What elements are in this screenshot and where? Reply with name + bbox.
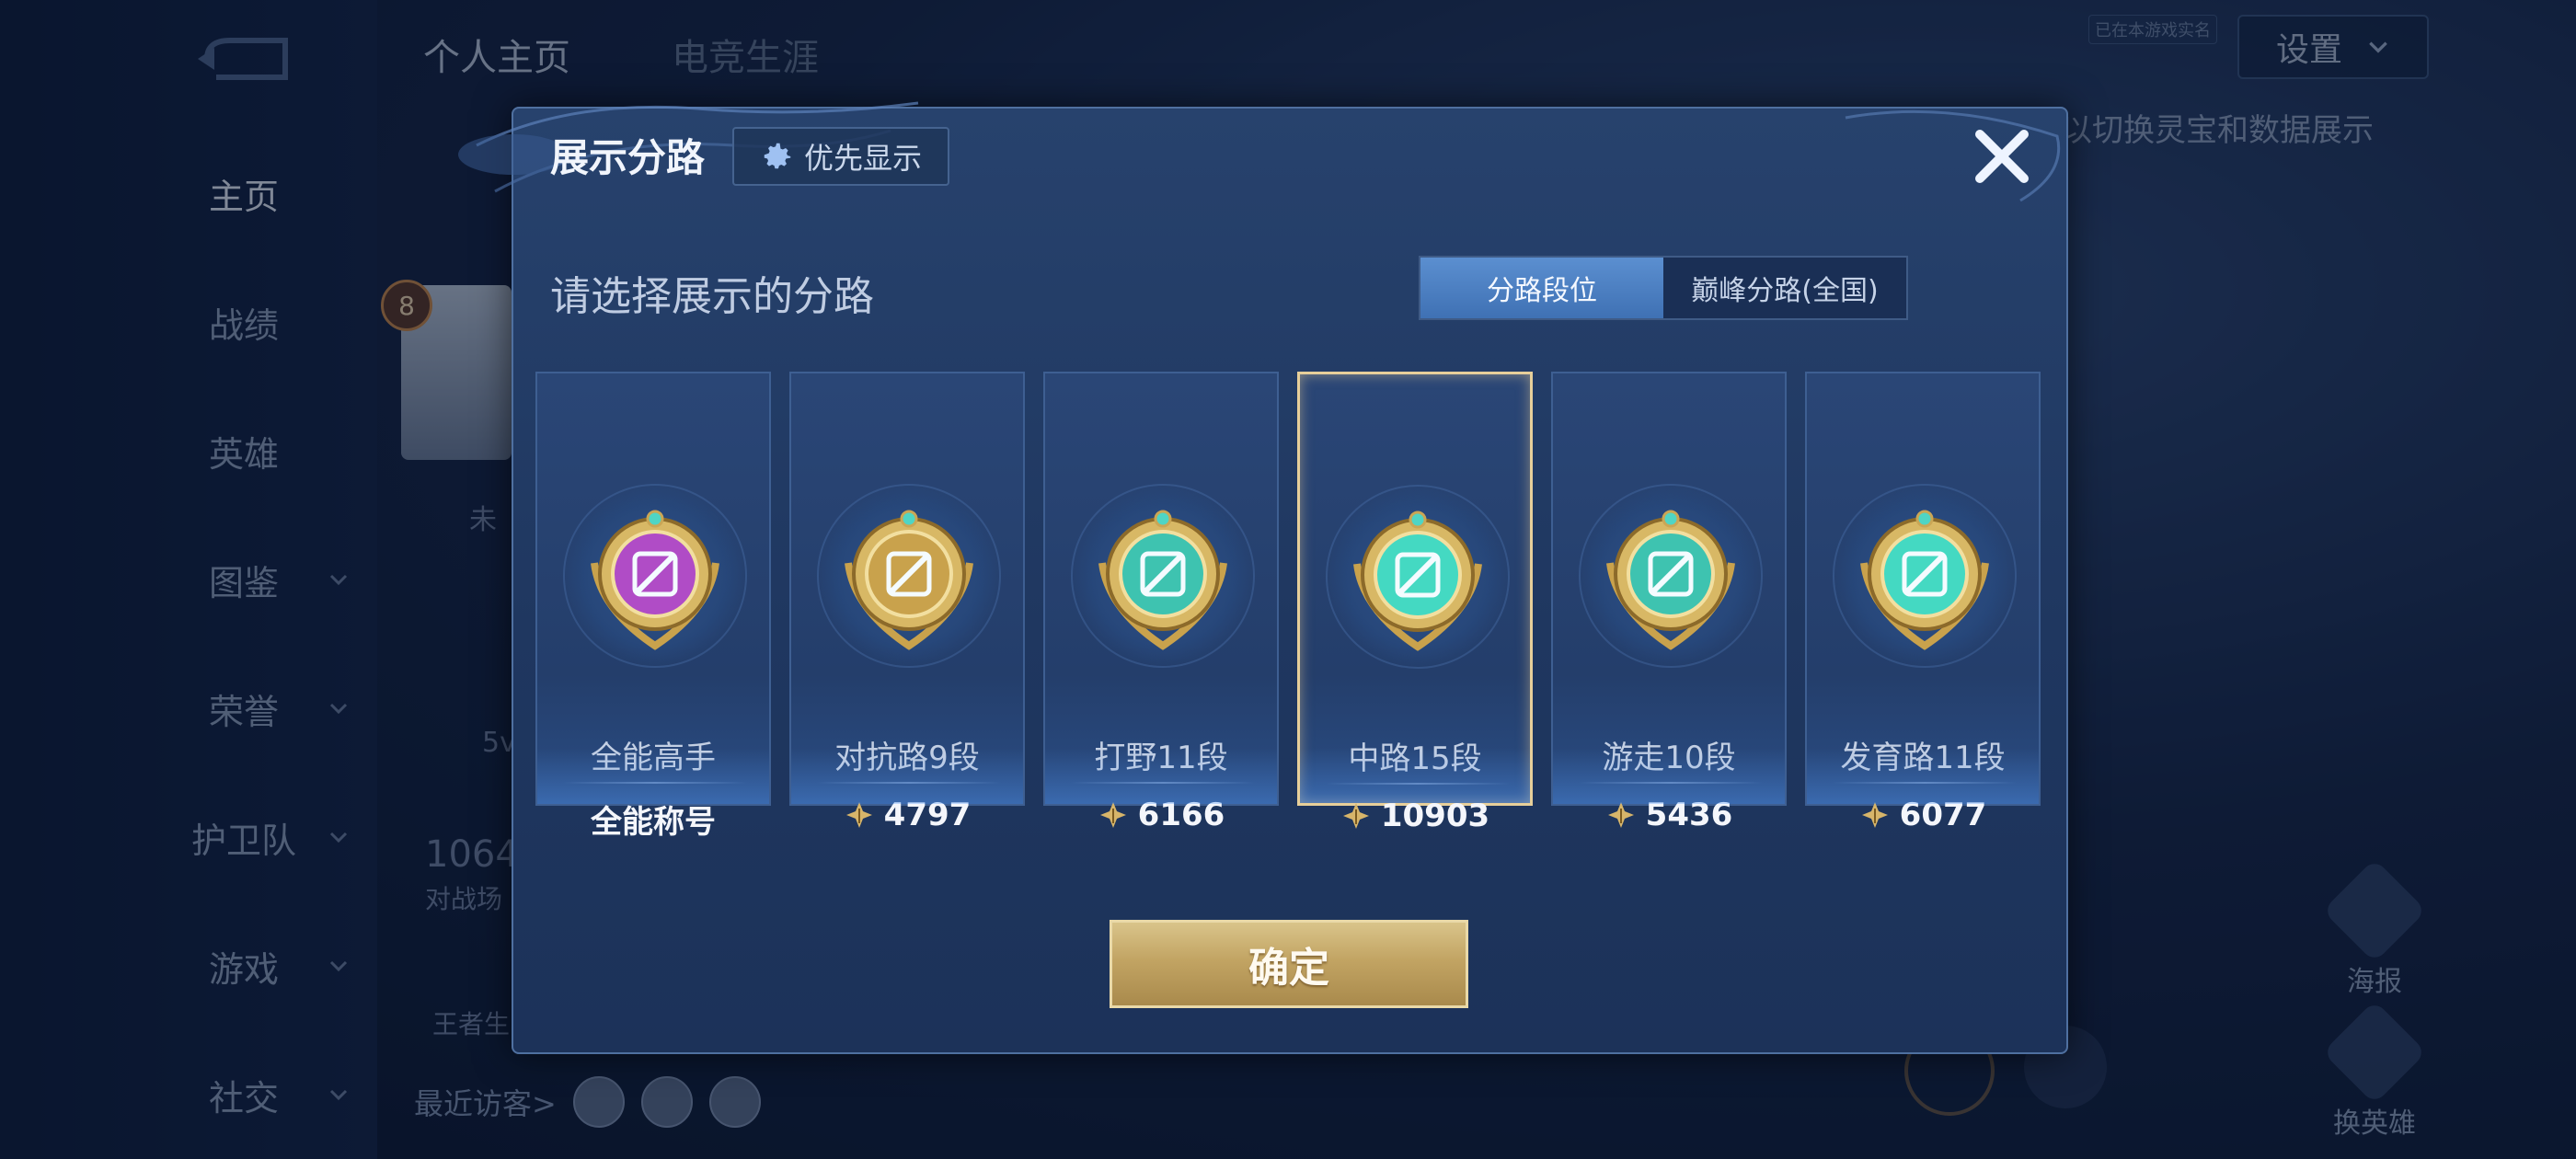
tab-lane-rank[interactable]: 分路段位 xyxy=(1420,258,1663,318)
lane-card[interactable]: 发育路11段6077 xyxy=(1805,372,2041,833)
card-glow xyxy=(791,749,1023,804)
lane-display-dialog: 展示分路 优先显示 请选择展示的分路 分路段位 巅峰分路(全国) 全能高手全能称… xyxy=(458,101,2068,1054)
decor-swirl xyxy=(1845,109,2061,202)
roam-emblem-icon xyxy=(1606,510,1735,650)
card-glow xyxy=(537,749,769,804)
lane-card[interactable]: 全能高手全能称号 xyxy=(535,372,771,841)
card-glow xyxy=(1807,749,2039,804)
lane-card[interactable]: 游走10段5436 xyxy=(1551,372,1787,833)
dialog-title: 展示分路 xyxy=(550,135,706,180)
lane-card[interactable]: 中路15段10903 xyxy=(1297,372,1533,834)
jungle-emblem-icon xyxy=(1098,510,1227,650)
close-icon[interactable] xyxy=(1967,121,2037,191)
peak-points-icon xyxy=(1099,802,1126,828)
lane-card[interactable]: 打野11段6166 xyxy=(1043,372,1279,833)
priority-display-button[interactable]: 优先显示 xyxy=(732,127,949,186)
card-glow xyxy=(1045,749,1277,804)
lane-card[interactable]: 对抗路9段4797 xyxy=(789,372,1025,833)
confirm-button[interactable]: 确定 xyxy=(1110,920,1468,1008)
lane-mode-toggle: 分路段位 巅峰分路(全国) xyxy=(1419,256,1908,320)
lane-score: 10903 xyxy=(1300,798,1530,834)
clash-lane-emblem-icon xyxy=(845,510,973,650)
peak-points-icon xyxy=(1607,802,1634,828)
confirm-label: 确定 xyxy=(1248,945,1329,992)
peak-points-icon xyxy=(845,802,872,828)
priority-display-label: 优先显示 xyxy=(803,141,922,176)
peak-points-icon xyxy=(1861,802,1888,828)
peak-points-icon xyxy=(1342,803,1369,829)
tab-peak-lane[interactable]: 巅峰分路(全国) xyxy=(1663,258,1906,318)
lane-cards: 全能高手全能称号对抗路9段4797打野11段6166中路15段10903游走10… xyxy=(535,372,2044,841)
card-glow xyxy=(1300,748,1530,803)
card-glow xyxy=(1553,749,1785,804)
all-round-emblem-icon xyxy=(591,510,719,650)
gear-icon xyxy=(764,143,791,169)
farm-lane-emblem-icon xyxy=(1860,510,1989,650)
mid-lane-emblem-icon xyxy=(1353,511,1482,651)
select-lane-heading: 请选择展示的分路 xyxy=(550,273,874,320)
lane-score-value: 10903 xyxy=(1380,798,1490,834)
